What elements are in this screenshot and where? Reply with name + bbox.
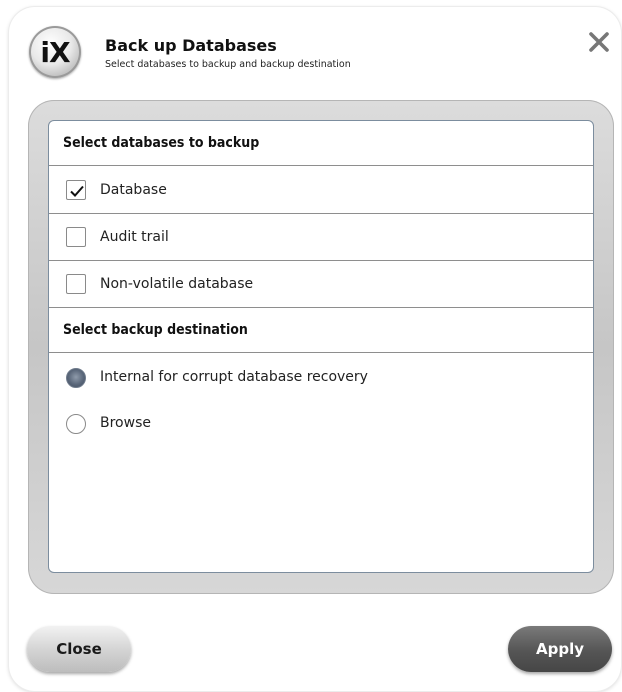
content-frame: Select databases to backup Database Audi…	[28, 100, 614, 594]
options-panel: Select databases to backup Database Audi…	[48, 120, 594, 573]
audit-trail-checkbox-row[interactable]: Audit trail	[49, 214, 593, 261]
dialog-subtitle: Select databases to backup and backup de…	[105, 59, 351, 70]
database-checkbox-row[interactable]: Database	[49, 167, 593, 214]
logo-text: iX	[40, 35, 70, 69]
audit-trail-checkbox[interactable]	[66, 227, 86, 247]
databases-section-header: Select databases to backup	[49, 121, 593, 166]
non-volatile-database-label: Non-volatile database	[100, 276, 254, 292]
browse-label: Browse	[100, 415, 151, 431]
backup-dialog: iX Back up Databases Select databases to…	[9, 7, 621, 691]
audit-trail-label: Audit trail	[100, 229, 169, 245]
internal-recovery-radio[interactable]	[66, 368, 86, 388]
close-icon[interactable]	[586, 29, 614, 57]
internal-recovery-radio-row[interactable]: Internal for corrupt database recovery	[49, 354, 593, 400]
browse-radio[interactable]	[66, 414, 86, 434]
destination-section-header: Select backup destination	[49, 308, 593, 353]
dialog-title: Back up Databases	[105, 36, 277, 55]
non-volatile-database-checkbox-row[interactable]: Non-volatile database	[49, 261, 593, 308]
database-label: Database	[100, 182, 167, 198]
internal-recovery-label: Internal for corrupt database recovery	[100, 369, 368, 385]
apply-button[interactable]: Apply	[508, 626, 612, 672]
close-button[interactable]: Close	[27, 626, 131, 672]
checkmark-icon	[70, 185, 84, 197]
browse-radio-row[interactable]: Browse	[49, 400, 593, 446]
database-checkbox[interactable]	[66, 180, 86, 200]
non-volatile-database-checkbox[interactable]	[66, 274, 86, 294]
ix-logo-icon: iX	[29, 26, 81, 78]
